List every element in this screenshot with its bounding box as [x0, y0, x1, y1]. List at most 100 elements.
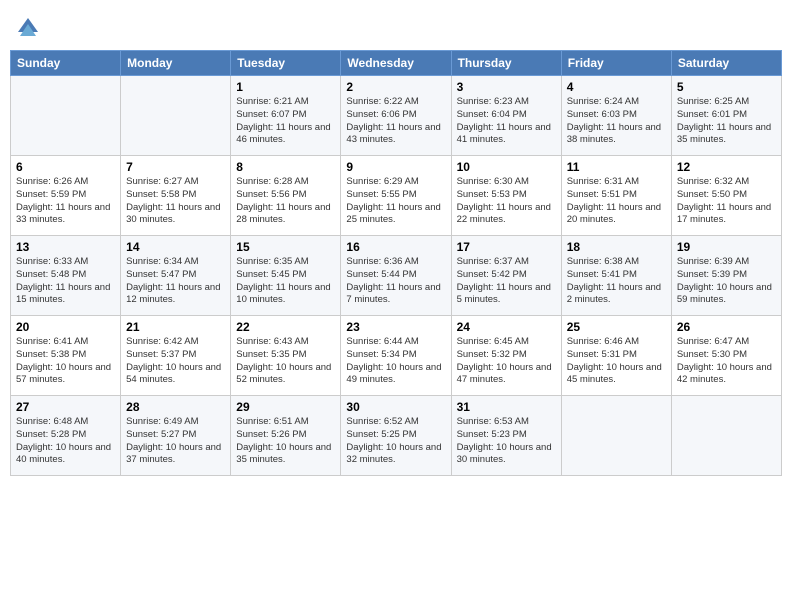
day-cell: 24 Sunrise: 6:45 AM Sunset: 5:32 PM Dayli…	[451, 316, 561, 396]
day-cell: 30 Sunrise: 6:52 AM Sunset: 5:25 PM Dayli…	[341, 396, 451, 476]
day-number: 24	[457, 320, 556, 334]
day-cell: 5 Sunrise: 6:25 AM Sunset: 6:01 PM Daylig…	[671, 76, 781, 156]
day-cell: 31 Sunrise: 6:53 AM Sunset: 5:23 PM Dayli…	[451, 396, 561, 476]
day-number: 3	[457, 80, 556, 94]
day-number: 17	[457, 240, 556, 254]
day-info: Sunrise: 6:48 AM Sunset: 5:28 PM Dayligh…	[16, 416, 115, 467]
day-number: 27	[16, 400, 115, 414]
day-number: 1	[236, 80, 335, 94]
day-info: Sunrise: 6:26 AM Sunset: 5:59 PM Dayligh…	[16, 176, 115, 227]
day-number: 16	[346, 240, 445, 254]
day-info: Sunrise: 6:22 AM Sunset: 6:06 PM Dayligh…	[346, 96, 445, 147]
logo-icon	[14, 14, 42, 42]
day-cell: 28 Sunrise: 6:49 AM Sunset: 5:27 PM Dayli…	[121, 396, 231, 476]
day-cell: 13 Sunrise: 6:33 AM Sunset: 5:48 PM Dayli…	[11, 236, 121, 316]
day-info: Sunrise: 6:39 AM Sunset: 5:39 PM Dayligh…	[677, 256, 776, 307]
week-row-3: 13 Sunrise: 6:33 AM Sunset: 5:48 PM Dayli…	[11, 236, 782, 316]
day-number: 10	[457, 160, 556, 174]
day-cell: 23 Sunrise: 6:44 AM Sunset: 5:34 PM Dayli…	[341, 316, 451, 396]
weekday-header-wednesday: Wednesday	[341, 51, 451, 76]
day-info: Sunrise: 6:52 AM Sunset: 5:25 PM Dayligh…	[346, 416, 445, 467]
day-number: 22	[236, 320, 335, 334]
day-info: Sunrise: 6:42 AM Sunset: 5:37 PM Dayligh…	[126, 336, 225, 387]
day-info: Sunrise: 6:47 AM Sunset: 5:30 PM Dayligh…	[677, 336, 776, 387]
day-number: 13	[16, 240, 115, 254]
day-cell: 18 Sunrise: 6:38 AM Sunset: 5:41 PM Dayli…	[561, 236, 671, 316]
day-cell: 15Sunrise: 6:35 AM Sunset: 5:45 PM Dayli…	[231, 236, 341, 316]
day-cell: 4 Sunrise: 6:24 AM Sunset: 6:03 PM Daylig…	[561, 76, 671, 156]
day-info: Sunrise: 6:21 AM Sunset: 6:07 PM Dayligh…	[236, 96, 335, 147]
weekday-header-saturday: Saturday	[671, 51, 781, 76]
day-cell: 27 Sunrise: 6:48 AM Sunset: 5:28 PM Dayli…	[11, 396, 121, 476]
day-cell: 25 Sunrise: 6:46 AM Sunset: 5:31 PM Dayli…	[561, 316, 671, 396]
weekday-header-monday: Monday	[121, 51, 231, 76]
day-number: 23	[346, 320, 445, 334]
day-number: 30	[346, 400, 445, 414]
weekday-header-tuesday: Tuesday	[231, 51, 341, 76]
day-info: Sunrise: 6:46 AM Sunset: 5:31 PM Dayligh…	[567, 336, 666, 387]
day-info: Sunrise: 6:38 AM Sunset: 5:41 PM Dayligh…	[567, 256, 666, 307]
page-header	[10, 10, 782, 42]
day-info: Sunrise: 6:30 AM Sunset: 5:53 PM Dayligh…	[457, 176, 556, 227]
day-info: Sunrise: 6:23 AM Sunset: 6:04 PM Dayligh…	[457, 96, 556, 147]
day-info: Sunrise: 6:45 AM Sunset: 5:32 PM Dayligh…	[457, 336, 556, 387]
week-row-4: 20Sunrise: 6:41 AM Sunset: 5:38 PM Dayli…	[11, 316, 782, 396]
day-number: 18	[567, 240, 666, 254]
day-number: 9	[346, 160, 445, 174]
day-cell	[561, 396, 671, 476]
day-number: 14	[126, 240, 225, 254]
weekday-header-friday: Friday	[561, 51, 671, 76]
day-number: 28	[126, 400, 225, 414]
day-number: 26	[677, 320, 776, 334]
day-info: Sunrise: 6:41 AM Sunset: 5:38 PM Dayligh…	[16, 336, 115, 387]
day-info: Sunrise: 6:29 AM Sunset: 5:55 PM Dayligh…	[346, 176, 445, 227]
day-info: Sunrise: 6:27 AM Sunset: 5:58 PM Dayligh…	[126, 176, 225, 227]
day-info: Sunrise: 6:44 AM Sunset: 5:34 PM Dayligh…	[346, 336, 445, 387]
day-info: Sunrise: 6:51 AM Sunset: 5:26 PM Dayligh…	[236, 416, 335, 467]
day-cell: 26 Sunrise: 6:47 AM Sunset: 5:30 PM Dayli…	[671, 316, 781, 396]
day-cell	[11, 76, 121, 156]
day-info: Sunrise: 6:24 AM Sunset: 6:03 PM Dayligh…	[567, 96, 666, 147]
day-cell: 3 Sunrise: 6:23 AM Sunset: 6:04 PM Daylig…	[451, 76, 561, 156]
day-number: 8	[236, 160, 335, 174]
day-info: Sunrise: 6:37 AM Sunset: 5:42 PM Dayligh…	[457, 256, 556, 307]
day-cell: 20Sunrise: 6:41 AM Sunset: 5:38 PM Dayli…	[11, 316, 121, 396]
day-info: Sunrise: 6:49 AM Sunset: 5:27 PM Dayligh…	[126, 416, 225, 467]
day-cell: 1 Sunrise: 6:21 AM Sunset: 6:07 PM Daylig…	[231, 76, 341, 156]
logo	[14, 14, 46, 42]
day-cell: 12Sunrise: 6:32 AM Sunset: 5:50 PM Dayli…	[671, 156, 781, 236]
week-row-1: 1 Sunrise: 6:21 AM Sunset: 6:07 PM Daylig…	[11, 76, 782, 156]
day-cell	[121, 76, 231, 156]
day-cell: 11 Sunrise: 6:31 AM Sunset: 5:51 PM Dayli…	[561, 156, 671, 236]
week-row-2: 6Sunrise: 6:26 AM Sunset: 5:59 PM Daylig…	[11, 156, 782, 236]
day-number: 31	[457, 400, 556, 414]
day-number: 29	[236, 400, 335, 414]
day-number: 5	[677, 80, 776, 94]
calendar-table: SundayMondayTuesdayWednesdayThursdayFrid…	[10, 50, 782, 476]
day-cell: 8Sunrise: 6:28 AM Sunset: 5:56 PM Daylig…	[231, 156, 341, 236]
week-row-5: 27 Sunrise: 6:48 AM Sunset: 5:28 PM Dayli…	[11, 396, 782, 476]
day-info: Sunrise: 6:33 AM Sunset: 5:48 PM Dayligh…	[16, 256, 115, 307]
day-cell: 22 Sunrise: 6:43 AM Sunset: 5:35 PM Dayli…	[231, 316, 341, 396]
day-number: 15	[236, 240, 335, 254]
day-cell: 2 Sunrise: 6:22 AM Sunset: 6:06 PM Daylig…	[341, 76, 451, 156]
day-info: Sunrise: 6:31 AM Sunset: 5:51 PM Dayligh…	[567, 176, 666, 227]
day-info: Sunrise: 6:43 AM Sunset: 5:35 PM Dayligh…	[236, 336, 335, 387]
day-number: 11	[567, 160, 666, 174]
weekday-header-thursday: Thursday	[451, 51, 561, 76]
day-cell: 7 Sunrise: 6:27 AM Sunset: 5:58 PM Daylig…	[121, 156, 231, 236]
day-cell: 21 Sunrise: 6:42 AM Sunset: 5:37 PM Dayli…	[121, 316, 231, 396]
day-cell: 9 Sunrise: 6:29 AM Sunset: 5:55 PM Daylig…	[341, 156, 451, 236]
day-cell: 16 Sunrise: 6:36 AM Sunset: 5:44 PM Dayli…	[341, 236, 451, 316]
day-info: Sunrise: 6:53 AM Sunset: 5:23 PM Dayligh…	[457, 416, 556, 467]
day-cell: 19Sunrise: 6:39 AM Sunset: 5:39 PM Dayli…	[671, 236, 781, 316]
weekday-header-sunday: Sunday	[11, 51, 121, 76]
day-number: 7	[126, 160, 225, 174]
day-number: 2	[346, 80, 445, 94]
day-number: 21	[126, 320, 225, 334]
day-info: Sunrise: 6:25 AM Sunset: 6:01 PM Dayligh…	[677, 96, 776, 147]
day-number: 4	[567, 80, 666, 94]
day-number: 25	[567, 320, 666, 334]
day-cell: 14Sunrise: 6:34 AM Sunset: 5:47 PM Dayli…	[121, 236, 231, 316]
day-info: Sunrise: 6:36 AM Sunset: 5:44 PM Dayligh…	[346, 256, 445, 307]
